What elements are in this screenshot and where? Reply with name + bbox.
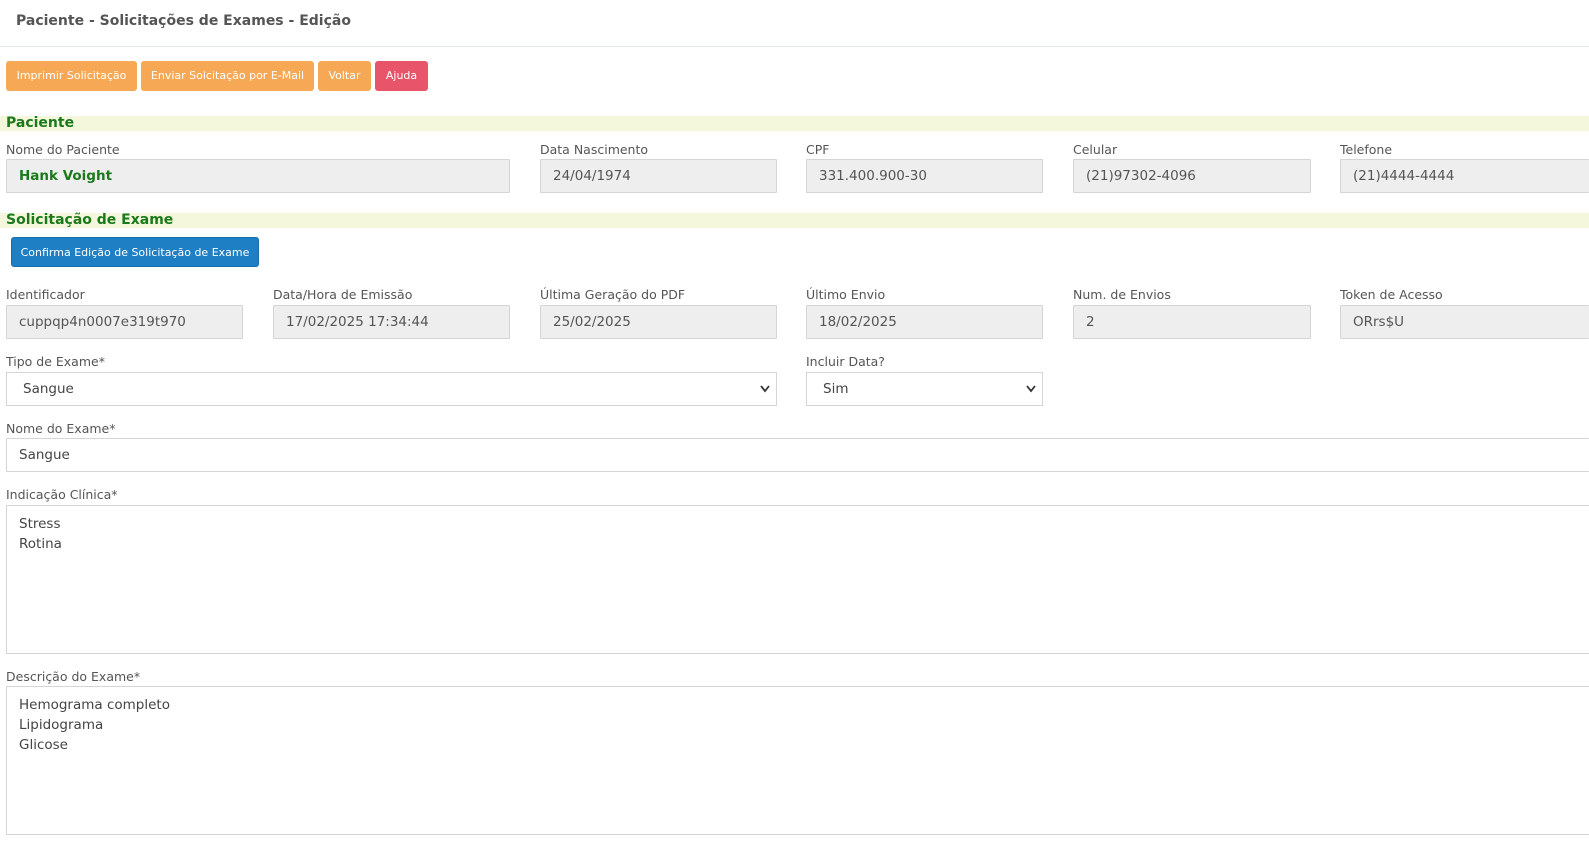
page-header: Paciente - Solicitações de Exames - Ediç…	[0, 0, 1589, 47]
birth-date-field[interactable]: 24/04/1974	[540, 159, 777, 193]
chevron-down-icon	[760, 385, 770, 393]
pdf-generation-field[interactable]: 25/02/2025	[540, 305, 777, 339]
birth-date-label: Data Nascimento	[540, 142, 649, 157]
page-title: Paciente - Solicitações de Exames - Ediç…	[16, 13, 351, 29]
exam-description-label: Descrição do Exame*	[6, 669, 141, 684]
send-count-label: Num. de Envios	[1073, 287, 1171, 302]
issued-field[interactable]: 17/02/2025 17:34:44	[273, 305, 510, 339]
clinical-indication-textarea[interactable]: Stress Rotina	[6, 505, 1589, 654]
phone-label: Telefone	[1340, 142, 1393, 157]
exam-type-label: Tipo de Exame*	[6, 354, 105, 369]
clinical-indication-line: Rotina	[19, 536, 62, 552]
include-date-value: Sim	[823, 381, 849, 397]
send-count-field[interactable]: 2	[1073, 305, 1311, 339]
issued-label: Data/Hora de Emissão	[273, 287, 413, 302]
patient-section-title: Paciente	[6, 115, 75, 131]
exam-type-value: Sangue	[23, 381, 74, 397]
identifier-label: Identificador	[6, 287, 85, 302]
last-send-label: Último Envio	[806, 287, 886, 302]
include-date-label: Incluir Data?	[806, 354, 885, 369]
print-request-button[interactable]: Imprimir Solicitação	[6, 61, 137, 91]
exam-description-line: Hemograma completo	[19, 697, 170, 713]
mobile-label: Celular	[1073, 142, 1118, 157]
clinical-indication-label: Indicação Clínica*	[6, 487, 118, 502]
back-button[interactable]: Voltar	[318, 61, 371, 91]
chevron-down-icon	[1026, 385, 1036, 393]
confirm-edit-button[interactable]: Confirma Edição de Solicitação de Exame	[11, 237, 259, 267]
last-send-field[interactable]: 18/02/2025	[806, 305, 1043, 339]
clinical-indication-line: Stress	[19, 516, 61, 532]
identifier-field[interactable]: cuppqp4n0007e319t970	[6, 305, 243, 339]
access-token-label: Token de Acesso	[1340, 287, 1443, 302]
cpf-field[interactable]: 331.400.900-30	[806, 159, 1043, 193]
patient-section-bar	[0, 116, 1589, 131]
help-button[interactable]: Ajuda	[375, 61, 428, 91]
request-section-bar	[0, 213, 1589, 228]
cpf-label: CPF	[806, 142, 830, 157]
access-token-field[interactable]: ORrs$U	[1340, 305, 1589, 339]
request-section-title: Solicitação de Exame	[6, 212, 174, 228]
mobile-field[interactable]: (21)97302-4096	[1073, 159, 1311, 193]
email-request-button[interactable]: Enviar Solcitação por E-Mail	[141, 61, 314, 91]
exam-description-line: Glicose	[19, 737, 68, 753]
exam-name-field[interactable]: Sangue	[6, 438, 1589, 472]
exam-description-textarea[interactable]: Hemograma completo Lipidograma Glicose	[6, 686, 1589, 835]
exam-name-label: Nome do Exame*	[6, 421, 116, 436]
pdf-generation-label: Última Geração do PDF	[540, 287, 686, 302]
exam-type-select[interactable]: Sangue	[6, 372, 777, 406]
patient-name-field[interactable]: Hank Voight	[6, 159, 510, 193]
include-date-select[interactable]: Sim	[806, 372, 1043, 406]
phone-field[interactable]: (21)4444-4444	[1340, 159, 1589, 193]
exam-description-line: Lipidograma	[19, 717, 104, 733]
patient-name-label: Nome do Paciente	[6, 142, 120, 157]
